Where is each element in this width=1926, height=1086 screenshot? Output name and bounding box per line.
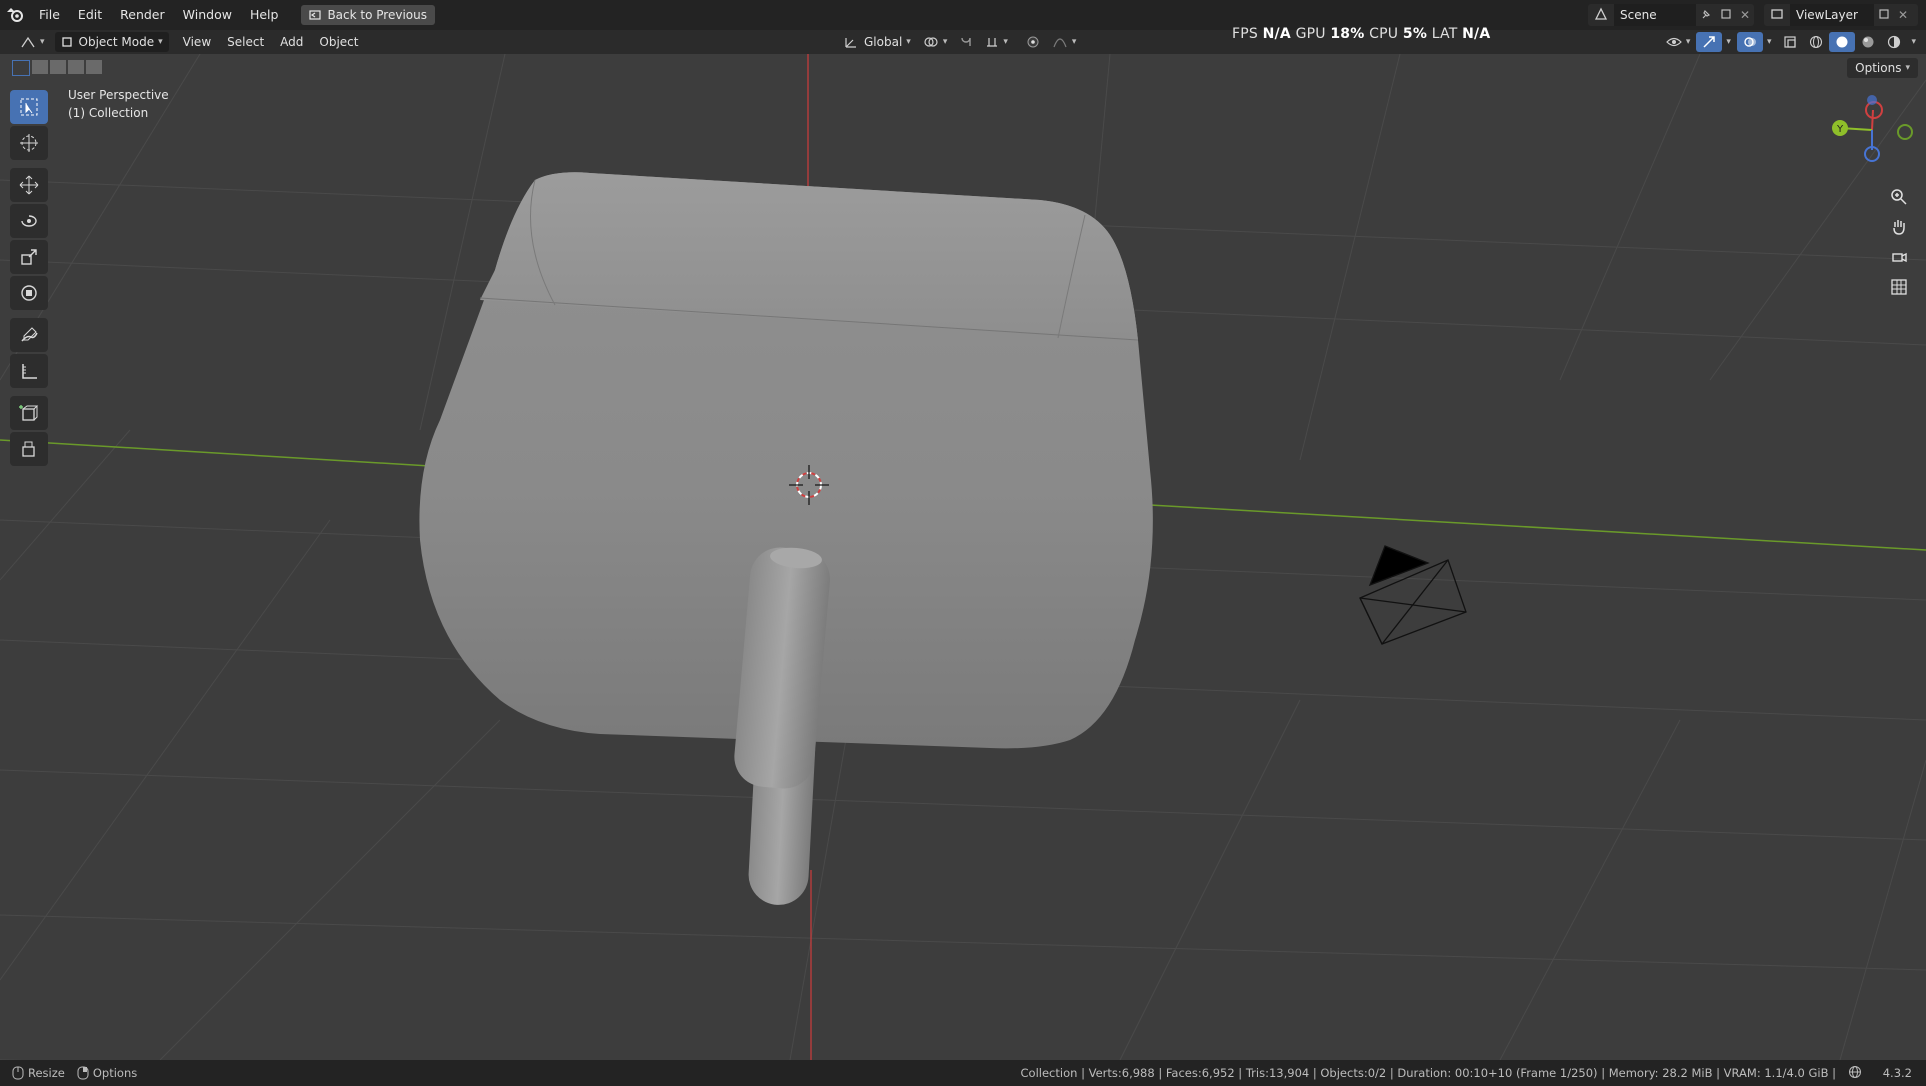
- menu-object[interactable]: Object: [313, 32, 364, 52]
- material-shading-icon[interactable]: [1855, 32, 1881, 52]
- view-layer-name[interactable]: ViewLayer: [1790, 4, 1874, 26]
- selection-mode-group: [12, 60, 102, 76]
- top-menu-bar: File Edit Render Window Help Back to Pre…: [0, 0, 1926, 30]
- new-scene-icon[interactable]: [1716, 8, 1736, 23]
- mouse-icon: [12, 1066, 24, 1080]
- back-to-previous-button[interactable]: Back to Previous: [301, 5, 435, 25]
- transform-orientation-dropdown[interactable]: Global ▾: [838, 32, 917, 52]
- collection-label: (1) Collection: [68, 106, 149, 120]
- annotate-icon[interactable]: [10, 318, 48, 352]
- select-subtract-icon[interactable]: [50, 60, 66, 74]
- extrude-icon[interactable]: [10, 432, 48, 466]
- menu-select[interactable]: Select: [221, 32, 270, 52]
- zoom-icon[interactable]: [1886, 184, 1912, 210]
- move-icon[interactable]: [10, 168, 48, 202]
- menu-render[interactable]: Render: [111, 0, 174, 30]
- 3d-viewport[interactable]: Y User Perspective (1) Collection Option…: [0, 54, 1926, 1060]
- navigation-gizmo[interactable]: Y: [1832, 95, 1913, 162]
- back-to-previous-label: Back to Previous: [327, 8, 427, 22]
- gizmo-toggle-icon[interactable]: [1696, 32, 1723, 52]
- object-mode-dropdown[interactable]: Object Mode ▾: [54, 32, 169, 52]
- add-cube-icon[interactable]: [10, 396, 48, 430]
- select-invert-icon[interactable]: [68, 60, 84, 74]
- rendered-shading-icon[interactable]: [1881, 32, 1907, 52]
- cpu-label: CPU: [1369, 26, 1399, 42]
- close-view-layer-icon[interactable]: ✕: [1894, 8, 1912, 22]
- viewport-scene: Y: [0, 54, 1926, 1060]
- wireframe-shading-icon[interactable]: [1803, 32, 1829, 52]
- scene-icon: [1588, 7, 1614, 24]
- transform-orientation-label: Global: [864, 35, 903, 49]
- select-box-icon[interactable]: [10, 90, 48, 124]
- transform-icon[interactable]: [10, 276, 48, 310]
- status-bar: Resize Options Collection | Verts:6,988 …: [0, 1060, 1926, 1086]
- scene-name[interactable]: Scene: [1614, 4, 1696, 26]
- falloff-icon[interactable]: ▾: [1046, 32, 1083, 52]
- options-hint: Options: [77, 1066, 137, 1080]
- y-axis-line: [0, 439, 431, 467]
- fps-value: N/A: [1262, 26, 1291, 42]
- hand-pan-icon[interactable]: [1886, 214, 1912, 240]
- object-mode-icon: [61, 37, 72, 47]
- tool-shelf: [10, 90, 50, 468]
- scene-selector[interactable]: Scene ✕: [1588, 4, 1754, 26]
- editor-type-icon[interactable]: ▾: [14, 32, 51, 52]
- svg-text:Y: Y: [1836, 124, 1844, 135]
- view-layer-selector[interactable]: ViewLayer ✕: [1764, 4, 1918, 26]
- performance-hud: FPS N/A GPU 18% CPU 5% LAT N/A: [1232, 26, 1490, 42]
- close-scene-icon[interactable]: ✕: [1736, 8, 1754, 22]
- version-label: 4.3.2: [1882, 1066, 1912, 1080]
- scale-icon[interactable]: [10, 240, 48, 274]
- menu-view[interactable]: View: [177, 32, 217, 52]
- viewport-header: ▾ Object Mode ▾ View Select Add Object Gl…: [0, 30, 1926, 54]
- pivot-point-icon[interactable]: ▾: [917, 32, 954, 52]
- pin-icon[interactable]: [1696, 8, 1716, 23]
- grid-view-icon[interactable]: [1886, 274, 1912, 300]
- camera-view-icon[interactable]: [1886, 244, 1912, 270]
- options-label: Options: [1855, 61, 1902, 75]
- cpu-value: 5%: [1402, 26, 1428, 42]
- overlays-toggle-icon[interactable]: [1736, 32, 1763, 52]
- snap-icon[interactable]: [953, 32, 979, 52]
- back-icon: [309, 10, 322, 20]
- cursor-icon[interactable]: [10, 126, 48, 160]
- solid-shading-icon[interactable]: [1829, 32, 1856, 52]
- object-mode-label: Object Mode: [78, 35, 155, 49]
- menu-edit[interactable]: Edit: [69, 0, 111, 30]
- snap-target-icon[interactable]: ▾: [979, 32, 1014, 52]
- select-intersect-icon[interactable]: [86, 60, 102, 74]
- select-extend-icon[interactable]: [32, 60, 48, 74]
- options-hint-label: Options: [92, 1066, 138, 1080]
- gpu-label: GPU: [1295, 26, 1326, 42]
- measure-icon[interactable]: [10, 354, 48, 388]
- fps-label: FPS: [1232, 26, 1258, 42]
- orientation-icon: [845, 38, 856, 48]
- globe-icon: [1848, 1065, 1862, 1082]
- blender-logo-icon[interactable]: [0, 0, 30, 30]
- camera-object[interactable]: [1359, 545, 1467, 645]
- proportional-edit-icon[interactable]: [1020, 32, 1046, 52]
- select-new-icon[interactable]: [12, 60, 30, 76]
- lat-value: N/A: [1462, 26, 1491, 42]
- menu-file[interactable]: File: [30, 0, 69, 30]
- lat-label: LAT: [1431, 26, 1458, 42]
- new-view-layer-icon[interactable]: [1874, 8, 1894, 23]
- resize-label: Resize: [28, 1066, 65, 1080]
- scene-statistics: Collection | Verts:6,988 | Faces:6,952 |…: [1020, 1066, 1836, 1080]
- rotate-icon[interactable]: [10, 204, 48, 238]
- options-dropdown[interactable]: Options ▾: [1847, 58, 1918, 78]
- view-layer-icon: [1764, 7, 1790, 24]
- menu-window[interactable]: Window: [174, 0, 241, 30]
- menu-add[interactable]: Add: [274, 32, 309, 52]
- visibility-icon[interactable]: ▾: [1660, 32, 1697, 52]
- resize-hint: Resize: [12, 1066, 65, 1080]
- menu-help[interactable]: Help: [241, 0, 288, 30]
- gpu-value: 18%: [1330, 26, 1365, 42]
- perspective-label: User Perspective: [68, 88, 169, 102]
- mouse-right-icon: [77, 1066, 89, 1080]
- xray-toggle-icon[interactable]: [1777, 32, 1803, 52]
